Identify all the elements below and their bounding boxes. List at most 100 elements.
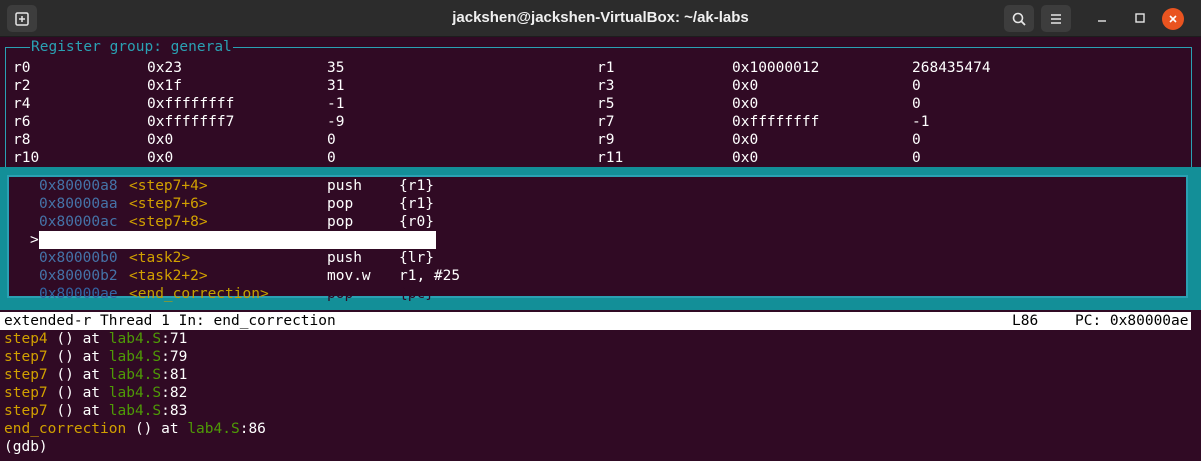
register-name: r4 (13, 96, 31, 112)
register-dec: 0 (327, 150, 336, 166)
register-hex: 0x1f (147, 78, 182, 94)
register-dec: 268435474 (912, 60, 991, 76)
backtrace-function: step7 (4, 367, 48, 383)
asm-panel-inner: 0x80000a8 <step7+4> push {r1} 0x80000aa <step… (7, 175, 1188, 302)
terminal-area[interactable]: Register group: general r0 0x23 35 r1 0x1000… (0, 37, 1201, 461)
register-name: r11 (597, 150, 624, 166)
register-hex: 0x10000012 (732, 60, 820, 76)
register-panel-title: Register group: general (30, 38, 233, 56)
register-hex: 0x0 (732, 78, 759, 94)
register-name: r9 (597, 132, 615, 148)
register-hex: 0x0 (732, 96, 759, 112)
gdb-prompt[interactable]: (gdb) (4, 438, 48, 456)
backtrace-text: () at (47, 349, 109, 365)
register-name: r5 (597, 96, 615, 112)
backtrace-function: step4 (4, 331, 48, 347)
backtrace-line: end_correction () at lab4.S:86 (4, 420, 266, 438)
asm-operands: {r0} (399, 214, 434, 230)
register-hex: 0xffffffff (147, 96, 235, 112)
register-name: r8 (13, 132, 31, 148)
register-hex: 0x0 (732, 150, 759, 166)
search-icon (1012, 12, 1026, 26)
register-dec: 31 (327, 78, 345, 94)
status-pc: PC: 0x80000ae (1075, 313, 1189, 329)
asm-opcode: push (327, 178, 362, 194)
backtrace-file: lab4.S (108, 349, 162, 365)
asm-opcode: pop (327, 214, 354, 230)
asm-address: 0x80000b0 (39, 250, 118, 266)
asm-operands: {lr} (399, 250, 434, 266)
asm-address: 0x80000ae (39, 286, 118, 302)
register-hex: 0x0 (147, 150, 174, 166)
register-dec: -1 (327, 96, 345, 112)
backtrace-line-number: :81 (161, 367, 188, 383)
search-button[interactable] (1004, 5, 1034, 32)
register-hex: 0xffffffff (732, 114, 820, 130)
maximize-button[interactable] (1129, 7, 1151, 29)
asm-function: <step7+6> (129, 196, 208, 212)
register-dec: 35 (327, 60, 345, 76)
backtrace-line: step7 () at lab4.S:79 (4, 348, 187, 366)
register-dec: -1 (912, 114, 930, 130)
asm-operands: {r1} (399, 178, 434, 194)
backtrace-function: step7 (4, 385, 48, 401)
current-line-marker: > (30, 232, 39, 248)
backtrace-line: step7 () at lab4.S:83 (4, 402, 187, 420)
backtrace-text: () at (47, 367, 109, 383)
minimize-icon (1098, 20, 1106, 22)
register-dec: 0 (912, 96, 921, 112)
asm-opcode: pop (327, 196, 354, 212)
register-dec: 0 (912, 78, 921, 94)
backtrace-line-number: :83 (161, 403, 188, 419)
maximize-icon (1135, 13, 1145, 23)
register-name: r3 (597, 78, 615, 94)
backtrace-function: step7 (4, 349, 48, 365)
status-location: extended-r Thread 1 In: end_correction (4, 313, 336, 329)
title-bar: jackshen@jackshen-VirtualBox: ~/ak-labs (0, 0, 1201, 37)
asm-address: 0x80000aa (39, 196, 118, 212)
backtrace-text: () at (47, 403, 109, 419)
backtrace-line-number: :82 (161, 385, 188, 401)
backtrace-file: lab4.S (187, 421, 240, 437)
backtrace-line: step7 () at lab4.S:81 (4, 366, 187, 384)
backtrace-line-number: :86 (239, 421, 266, 437)
register-name: r0 (13, 60, 31, 76)
status-line: L86 (1012, 313, 1039, 329)
asm-address: 0x80000a8 (39, 178, 118, 194)
asm-function: <step7+4> (129, 178, 208, 194)
backtrace-function: end_correction (4, 421, 127, 437)
menu-button[interactable] (1041, 5, 1071, 32)
register-name: r10 (13, 150, 40, 166)
register-name: r6 (13, 114, 31, 130)
status-bar: extended-r Thread 1 In: end_correction L… (0, 312, 1191, 330)
asm-operands: {pc} (399, 286, 434, 302)
backtrace-file: lab4.S (108, 331, 162, 347)
asm-opcode: pop (327, 286, 354, 302)
current-instruction-highlight: 0x80000ae <end_correction> pop {pc} (39, 231, 436, 302)
hamburger-menu-icon (1051, 13, 1061, 24)
backtrace-text: () at (126, 421, 188, 437)
register-dec: 0 (327, 132, 336, 148)
register-hex: 0xfffffff7 (147, 114, 235, 130)
asm-operands: r1, #25 (399, 268, 461, 284)
asm-function: <step7+8> (129, 214, 208, 230)
backtrace-line-number: :79 (161, 349, 188, 365)
close-button[interactable] (1162, 8, 1184, 30)
register-dec: 0 (912, 132, 921, 148)
register-hex: 0x23 (147, 60, 182, 76)
asm-address: 0x80000ac (39, 214, 118, 230)
register-hex: 0x0 (147, 132, 174, 148)
asm-opcode: mov.w (327, 268, 371, 284)
backtrace-line: step4 () at lab4.S:71 (4, 330, 187, 348)
register-hex: 0x0 (732, 132, 759, 148)
terminal-window: jackshen@jackshen-VirtualBox: ~/ak-labs … (0, 0, 1201, 461)
backtrace-file: lab4.S (108, 367, 162, 383)
asm-function: <task2> (129, 250, 191, 266)
minimize-button[interactable] (1091, 7, 1113, 29)
register-dec: 0 (912, 150, 921, 166)
backtrace-text: () at (47, 385, 109, 401)
asm-panel: 0x80000a8 <step7+4> push {r1} 0x80000aa <step… (0, 167, 1201, 310)
asm-operands: {r1} (399, 196, 434, 212)
register-dec: -9 (327, 114, 345, 130)
register-name: r7 (597, 114, 615, 130)
